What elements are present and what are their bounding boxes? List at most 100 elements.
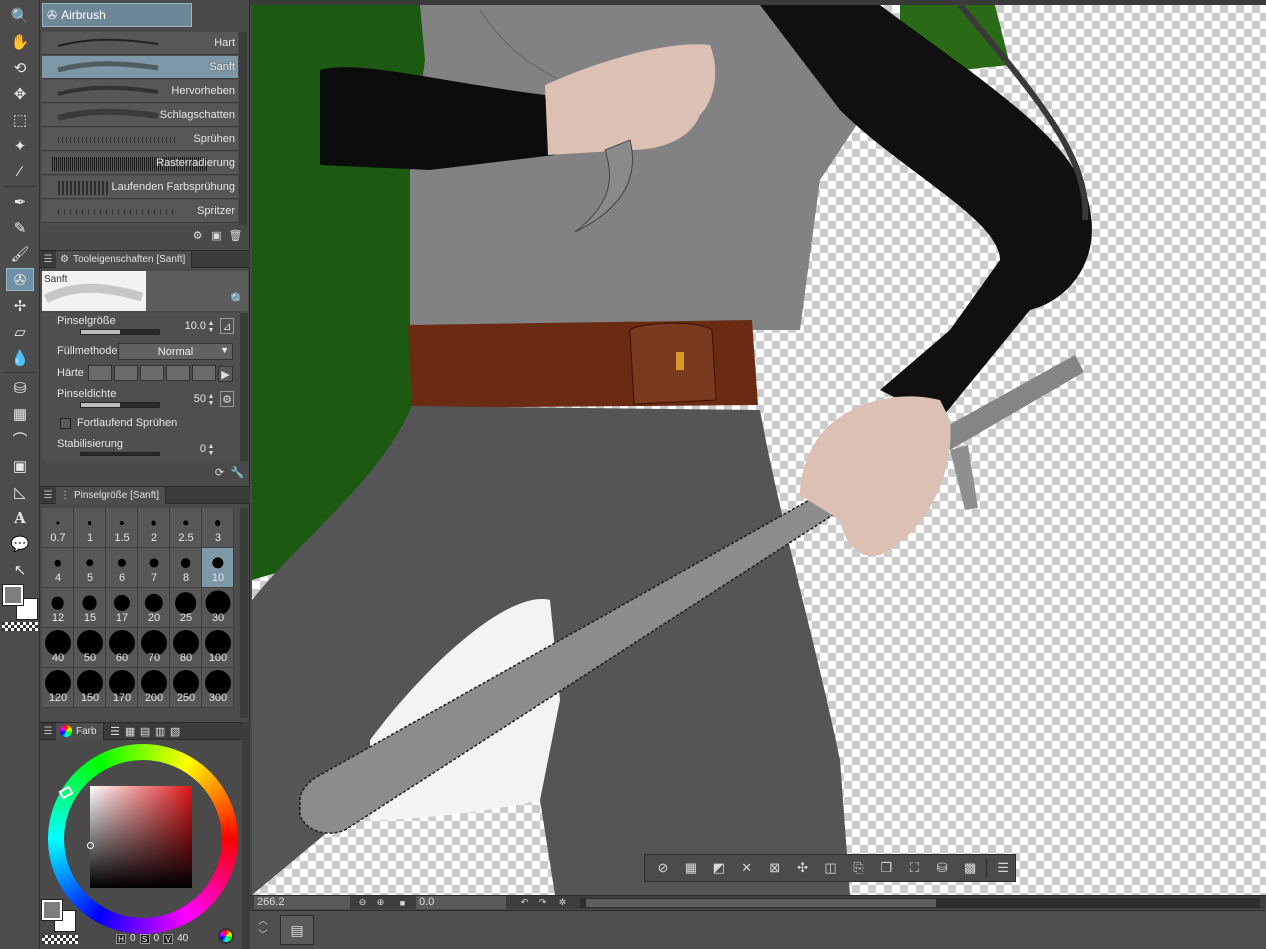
color-history-tab-icon[interactable]: ▧ [168, 724, 183, 738]
tab-tool-property[interactable]: ⚙ Tooleigenschaften [Sanft] [56, 250, 193, 268]
tool-property-scrollbar[interactable] [240, 313, 248, 461]
invert-selection-icon[interactable]: ▦ [679, 857, 703, 879]
blend-mode-select[interactable]: Normal ▼ [118, 343, 233, 360]
density-spinner[interactable]: ▲ ▼ [206, 393, 216, 407]
brush-size-preset[interactable]: 1 [74, 508, 106, 548]
panel-menu-icon[interactable]: ☰ [40, 487, 56, 503]
brush-size-preset[interactable]: 50 [74, 628, 106, 668]
airbrush-icon[interactable]: ✇ [6, 268, 34, 291]
rotate-icon[interactable]: ⟲ [6, 56, 34, 79]
brush-icon[interactable]: 🖌 [6, 242, 34, 265]
tab-color-wheel[interactable]: Farb [56, 722, 104, 740]
curve-icon[interactable]: ⌒ [6, 428, 34, 451]
correct-line-icon[interactable]: ↖ [6, 558, 34, 581]
pen-icon[interactable]: ✒ [6, 190, 34, 213]
delete-subtool-icon[interactable]: 🗑 [228, 228, 243, 242]
brush-size-preset[interactable]: 25 [170, 588, 202, 628]
main-color-swatch[interactable] [2, 584, 24, 606]
text-icon[interactable]: A [6, 506, 34, 529]
collapse-icon[interactable]: ︿ ﹀ [256, 915, 270, 945]
canvas[interactable]: ⊘ ▦ ◩ ✕ ⊠ ✣ ◫ ⎘ ❐ ⛶ ⛁ ▩ ☰ [252, 5, 1266, 895]
brush-size-spinner[interactable]: ▲ ▼ [206, 320, 216, 334]
hardness-option[interactable] [192, 365, 216, 381]
color-set-tab-icon[interactable]: ▦ [123, 724, 138, 738]
brush-size-preset[interactable]: 15 [74, 588, 106, 628]
launcher-settings-icon[interactable]: ☰ [991, 857, 1015, 879]
panel-column-scrollbar[interactable] [242, 722, 250, 949]
rect-select-icon[interactable]: ⬚ [6, 108, 34, 131]
panel-menu-icon[interactable]: ☰ [40, 723, 56, 739]
brush-size-value[interactable]: 10.0 [170, 320, 206, 332]
fill-selection-icon[interactable]: ⛁ [930, 857, 954, 879]
brush-size-preset[interactable]: 2.5 [170, 508, 202, 548]
brush-size-preset[interactable]: 12 [42, 588, 74, 628]
subtool-item[interactable]: Schlagschatten [42, 104, 238, 127]
stabilization-slider[interactable] [80, 452, 160, 456]
brush-size-preset[interactable]: 7 [138, 548, 170, 588]
rotate-left-icon[interactable]: ↶ [518, 896, 531, 909]
density-pressure-icon[interactable]: ⚙ [220, 391, 234, 407]
rotation-field[interactable]: 0.0 [416, 896, 506, 909]
zoom-icon[interactable]: 🔍 [6, 4, 34, 27]
subtool-item[interactable]: Rasterradierung [42, 152, 238, 175]
continuous-spray-checkbox[interactable] [60, 418, 71, 429]
brush-size-preset[interactable]: 4 [42, 548, 74, 588]
expand-selection-icon[interactable]: ◩ [707, 857, 731, 879]
brush-size-preset[interactable]: 2 [138, 508, 170, 548]
subtool-settings-icon[interactable]: ⚙ [190, 228, 205, 242]
horizontal-scrollbar[interactable] [580, 898, 1260, 908]
intermediate-color-tab-icon[interactable]: ▤ [138, 724, 153, 738]
preview-zoom-icon[interactable]: 🔍 [230, 292, 245, 306]
hand-icon[interactable]: ✋ [6, 30, 34, 53]
pencil-icon[interactable]: ✎ [6, 216, 34, 239]
eyedropper-icon[interactable]: ⁄ [6, 160, 34, 183]
approx-color-tab-icon[interactable]: ▥ [153, 724, 168, 738]
frame-icon[interactable]: ▣ [6, 454, 34, 477]
saturation-value-square[interactable] [90, 786, 192, 888]
clear-outside-icon[interactable]: ✣ [791, 857, 815, 879]
brush-size-preset[interactable]: 70 [138, 628, 170, 668]
scroll-thumb[interactable] [586, 899, 936, 907]
color-slider-tab-icon[interactable]: ☰ [108, 724, 123, 738]
hardness-option[interactable] [88, 365, 112, 381]
tone-icon[interactable]: ▩ [958, 857, 982, 879]
deselect-icon[interactable]: ⊘ [651, 857, 675, 879]
subtool-group-button[interactable]: ✇ Airbrush [42, 3, 192, 27]
stabilization-spinner[interactable]: ▲ ▼ [206, 443, 216, 457]
brush-size-slider[interactable] [80, 329, 160, 335]
new-subtool-icon[interactable]: ▣ [209, 228, 224, 242]
transform-icon[interactable]: ⛶ [902, 857, 926, 879]
brush-size-preset[interactable]: 170 [106, 668, 138, 708]
brush-size-preset[interactable]: 0.7 [42, 508, 74, 548]
brush-size-preset[interactable]: 60 [106, 628, 138, 668]
pressure-settings-icon[interactable]: ⊿ [220, 318, 234, 334]
brush-size-preset[interactable]: 20 [138, 588, 170, 628]
transparent-color-swatch[interactable] [2, 622, 38, 631]
fit-screen-icon[interactable]: ■ [396, 896, 409, 909]
main-color-swatch[interactable] [41, 899, 63, 921]
brush-size-preset[interactable]: 300 [202, 668, 234, 708]
hardness-option[interactable] [140, 365, 164, 381]
brush-size-preset[interactable]: 6 [106, 548, 138, 588]
timeline-icon[interactable]: ▤ [280, 915, 314, 945]
duplicate-icon[interactable]: ❐ [874, 857, 898, 879]
brush-size-preset[interactable]: 100 [202, 628, 234, 668]
brush-size-preset[interactable]: 120 [42, 668, 74, 708]
eraser-icon[interactable]: ▱ [6, 320, 34, 343]
brush-size-preset[interactable]: 200 [138, 668, 170, 708]
brush-size-preset[interactable]: 80 [170, 628, 202, 668]
decoration-icon[interactable]: ✢ [6, 294, 34, 317]
subtool-item[interactable]: Laufenden Farbsprühung [42, 176, 238, 199]
sv-cursor[interactable] [87, 842, 94, 849]
panel-menu-icon[interactable]: ☰ [40, 251, 56, 267]
zoom-in-icon[interactable]: ⊕ [374, 896, 387, 909]
brush-size-preset[interactable]: 40 [42, 628, 74, 668]
brush-size-preset[interactable]: 3 [202, 508, 234, 548]
hardness-option[interactable] [114, 365, 138, 381]
brush-size-scrollbar[interactable] [240, 508, 248, 718]
reset-rotation-icon[interactable]: ✲ [556, 896, 569, 909]
move-layer-icon[interactable]: ✥ [6, 82, 34, 105]
brush-size-preset[interactable]: 250 [170, 668, 202, 708]
brush-size-preset[interactable]: 17 [106, 588, 138, 628]
zoom-out-icon[interactable]: ⊖ [356, 896, 369, 909]
